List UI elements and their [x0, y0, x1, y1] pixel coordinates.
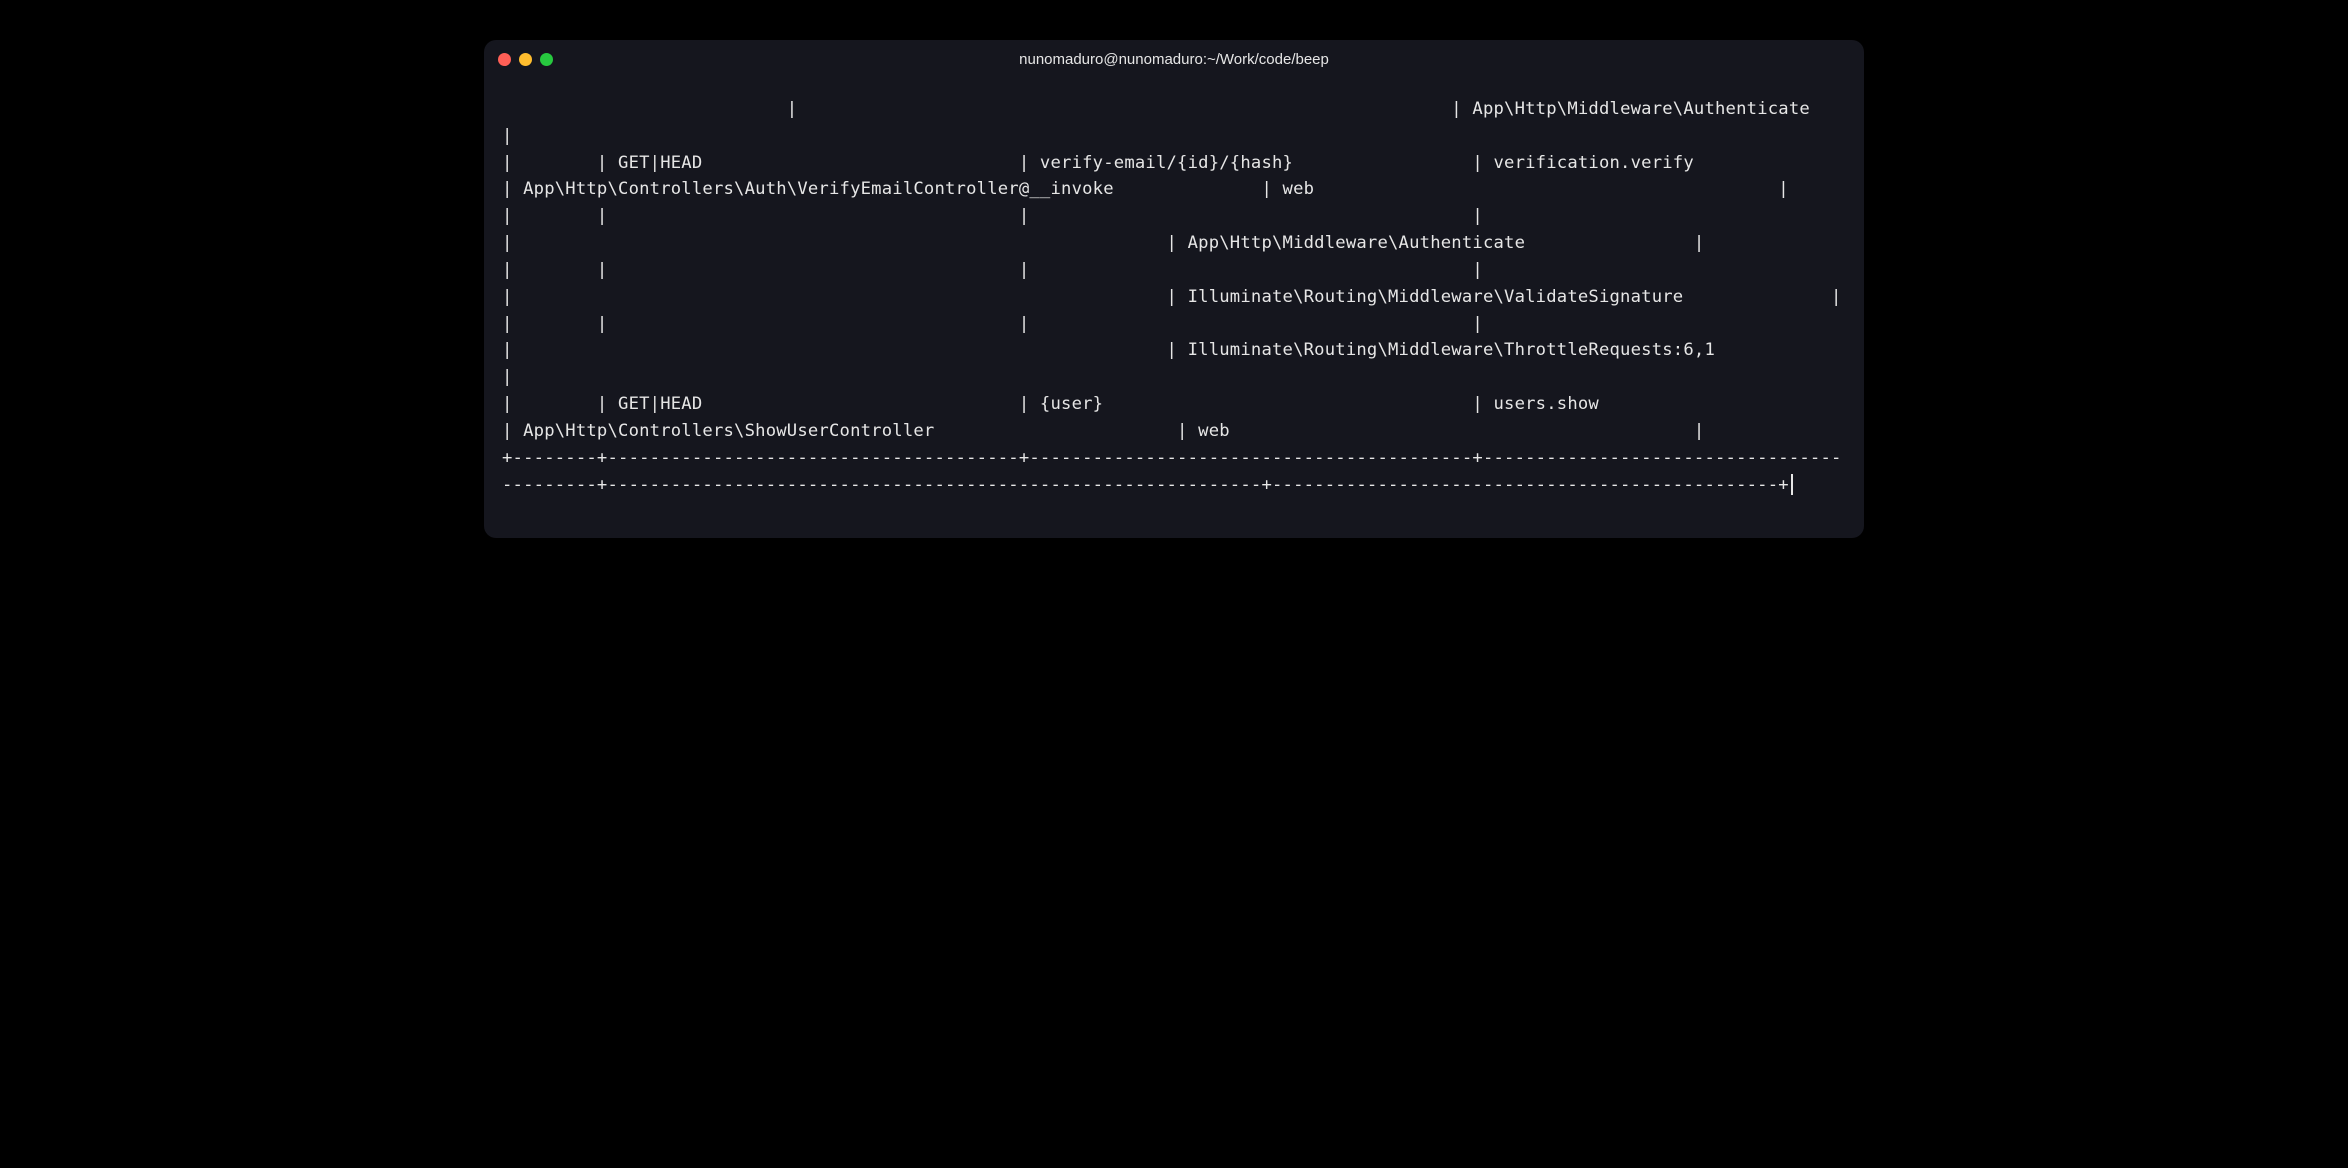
terminal-line: | | | | | | — [502, 206, 1864, 253]
minimize-icon[interactable] — [519, 53, 532, 66]
terminal-line: | | GET|HEAD | {user} | users.show | App… — [502, 394, 1864, 441]
window-title: nunomaduro@nunomaduro:~/Work/code/beep — [1019, 51, 1329, 68]
traffic-lights — [498, 53, 553, 66]
terminal-line: +--------+------------------------------… — [502, 448, 1842, 495]
terminal-line: | | | | | | — [502, 260, 1864, 307]
terminal-window: nunomaduro@nunomaduro:~/Work/code/beep |… — [484, 40, 1864, 538]
cursor — [1791, 474, 1793, 495]
close-icon[interactable] — [498, 53, 511, 66]
maximize-icon[interactable] — [540, 53, 553, 66]
terminal-line: | | GET|HEAD | verify-email/{id}/{hash} … — [502, 153, 1864, 200]
terminal-line: | | | | | | — [502, 314, 1864, 388]
titlebar: nunomaduro@nunomaduro:~/Work/code/beep — [484, 40, 1864, 78]
terminal-output[interactable]: | | App\Http\Middleware\Authenticate | |… — [484, 78, 1864, 538]
terminal-line: | | App\Http\Middleware\Authenticate | — [502, 99, 1864, 146]
